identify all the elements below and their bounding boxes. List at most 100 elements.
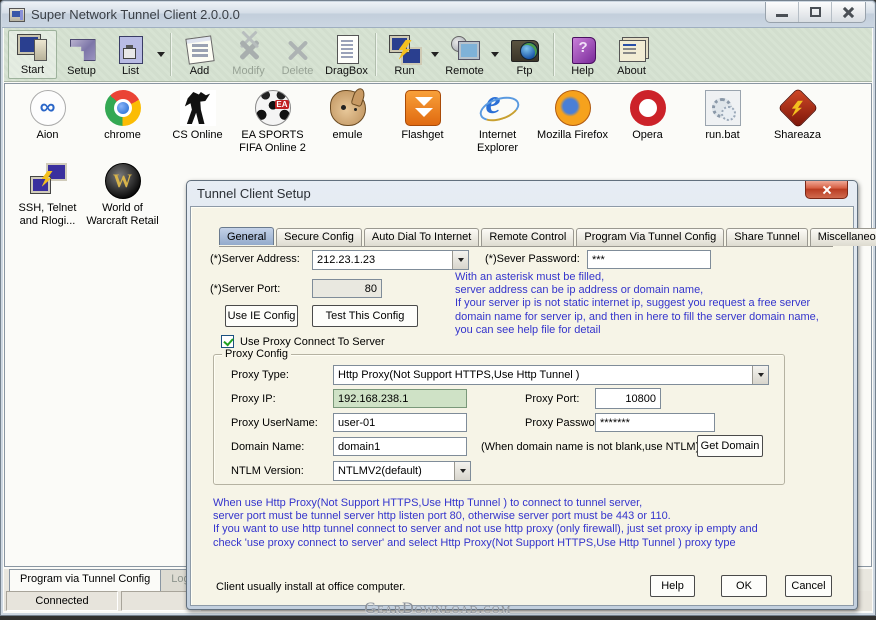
proxy-port-field[interactable] xyxy=(595,388,661,409)
program-label: Opera xyxy=(632,129,663,142)
toolbar-button-about[interactable]: About xyxy=(607,30,656,79)
domain-name-label: Domain Name: xyxy=(231,441,304,453)
server-port-field[interactable] xyxy=(312,279,382,298)
program-item-aion[interactable]: Aion xyxy=(10,90,85,155)
toolbar-button-start[interactable]: Start xyxy=(8,30,57,79)
program-item-emule[interactable]: emule xyxy=(310,90,385,155)
firefox-icon xyxy=(555,90,591,126)
proxy-config-group: Proxy Config Proxy Type: Http Proxy(Not … xyxy=(213,354,785,485)
shareaza-icon xyxy=(777,88,818,129)
program-item-chrome[interactable]: chrome xyxy=(85,90,160,155)
program-item-cs-online[interactable]: CS Online xyxy=(160,90,235,155)
toolbar-button-add[interactable]: Add xyxy=(175,30,224,79)
proxy-port-label: Proxy Port: xyxy=(525,393,579,405)
remote-dropdown-arrow[interactable] xyxy=(489,30,500,79)
toolbar-button-ftp[interactable]: Ftp xyxy=(500,30,549,79)
minimize-icon xyxy=(776,14,788,17)
domain-hint: (When domain name is not blank,use NTLM) xyxy=(481,441,699,453)
minimize-button[interactable] xyxy=(766,2,799,22)
program-item-internet-explorer[interactable]: Internet Explorer xyxy=(460,90,535,155)
tab-program-via-tunnel-config[interactable]: Program via Tunnel Config xyxy=(9,569,161,591)
proxy-username-field[interactable] xyxy=(333,413,467,432)
toolbar-button-modify: Modify xyxy=(224,30,273,79)
get-domain-button[interactable]: Get Domain xyxy=(697,435,763,457)
program-item-shareaza[interactable]: Shareaza xyxy=(760,90,835,155)
proxy-ip-field[interactable] xyxy=(333,389,467,408)
toolbar-label-about: About xyxy=(617,65,646,77)
add-icon xyxy=(184,34,216,64)
combo-arrow-button[interactable] xyxy=(452,251,468,269)
server-hint-text: With an asterisk must be filled, server … xyxy=(455,271,851,337)
program-item-opera[interactable]: Opera xyxy=(610,90,685,155)
dragbox-icon xyxy=(331,34,363,64)
program-label: Mozilla Firefox xyxy=(537,129,608,142)
use-proxy-checkbox[interactable] xyxy=(221,335,234,348)
program-label: emule xyxy=(333,129,363,142)
program-item-runbat[interactable]: run.bat xyxy=(685,90,760,155)
toolbar-button-remote[interactable]: Remote xyxy=(440,30,489,79)
program-label: run.bat xyxy=(705,129,739,142)
program-item-wow[interactable]: World of Warcraft Retail xyxy=(85,163,160,228)
proxy-password-field[interactable] xyxy=(595,413,715,432)
program-item-fifa-online[interactable]: EA SPORTS FIFA Online 2 xyxy=(235,90,310,155)
tab-remote-control[interactable]: Remote Control xyxy=(481,228,574,246)
fifa-soccer-ball-icon xyxy=(255,90,291,126)
run-dropdown-arrow[interactable] xyxy=(429,30,440,79)
toolbar-button-dragbox[interactable]: DragBox xyxy=(322,30,371,79)
ok-button[interactable]: OK xyxy=(721,575,767,597)
combo-arrow-button[interactable] xyxy=(454,462,470,480)
tunnel-client-setup-dialog: Tunnel Client Setup General Secure Confi… xyxy=(186,180,858,610)
help-button[interactable]: Help xyxy=(650,575,695,597)
ntlm-version-value: NTLMV2(default) xyxy=(334,465,454,477)
program-item-ssh-telnet[interactable]: SSH, Telnet and Rlogi... xyxy=(10,163,85,228)
tab-secure-config[interactable]: Secure Config xyxy=(276,228,362,246)
program-label: World of Warcraft Retail xyxy=(85,202,160,228)
server-address-combobox[interactable]: 212.23.1.23 xyxy=(312,250,469,270)
dialog-tabstrip: General Secure Config Auto Dial To Inter… xyxy=(219,228,833,247)
program-label: EA SPORTS FIFA Online 2 xyxy=(235,129,310,155)
program-label: Flashget xyxy=(401,129,443,142)
tab-miscellaneous[interactable]: Miscellaneous xyxy=(810,228,876,246)
dialog-close-button[interactable] xyxy=(805,181,848,199)
toolbar-button-run[interactable]: Run xyxy=(380,30,429,79)
proxy-type-combobox[interactable]: Http Proxy(Not Support HTTPS,Use Http Tu… xyxy=(333,365,769,385)
domain-name-field[interactable] xyxy=(333,437,467,456)
program-item-flashget[interactable]: Flashget xyxy=(385,90,460,155)
tab-general[interactable]: General xyxy=(219,227,274,245)
toolbar-button-delete: Delete xyxy=(273,30,322,79)
maximize-button[interactable] xyxy=(799,2,832,22)
server-address-label: (*)Server Address: xyxy=(210,253,300,265)
toolbar-label-add: Add xyxy=(190,65,210,77)
toolbar-button-list[interactable]: List xyxy=(106,30,155,79)
toolbar-label-ftp: Ftp xyxy=(517,65,533,77)
toolbar-label-run: Run xyxy=(394,65,414,77)
toolbar-button-setup[interactable]: Setup xyxy=(57,30,106,79)
proxy-username-label: Proxy UserName: xyxy=(231,417,318,429)
chevron-down-icon xyxy=(460,469,466,473)
combo-arrow-button[interactable] xyxy=(752,366,768,384)
use-ie-config-button[interactable]: Use IE Config xyxy=(225,305,298,327)
server-port-label: (*)Server Port: xyxy=(210,283,280,295)
list-dropdown-arrow[interactable] xyxy=(155,30,166,79)
close-button[interactable] xyxy=(832,2,865,22)
maximize-icon xyxy=(810,7,821,17)
toolbar-label-help: Help xyxy=(571,65,594,77)
toolbar-button-help[interactable]: Help xyxy=(558,30,607,79)
chevron-down-icon xyxy=(758,373,764,377)
use-proxy-checkbox-label: Use Proxy Connect To Server xyxy=(240,336,385,348)
ntlm-version-combobox[interactable]: NTLMV2(default) xyxy=(333,461,471,481)
proxy-ip-label: Proxy IP: xyxy=(231,393,276,405)
opera-icon xyxy=(630,90,666,126)
flashget-icon xyxy=(405,90,441,126)
toolbar-label-start: Start xyxy=(21,64,44,76)
dialog-titlebar: Tunnel Client Setup xyxy=(187,181,857,206)
test-this-config-button[interactable]: Test This Config xyxy=(312,305,418,327)
server-password-field[interactable] xyxy=(587,250,711,269)
cancel-button[interactable]: Cancel xyxy=(785,575,832,597)
toolbar-label-modify: Modify xyxy=(232,65,264,77)
program-item-firefox[interactable]: Mozilla Firefox xyxy=(535,90,610,155)
tab-program-via-tunnel-config[interactable]: Program Via Tunnel Config xyxy=(576,228,724,246)
run-icon xyxy=(389,34,421,64)
tab-share-tunnel[interactable]: Share Tunnel xyxy=(726,228,807,246)
tab-auto-dial[interactable]: Auto Dial To Internet xyxy=(364,228,479,246)
